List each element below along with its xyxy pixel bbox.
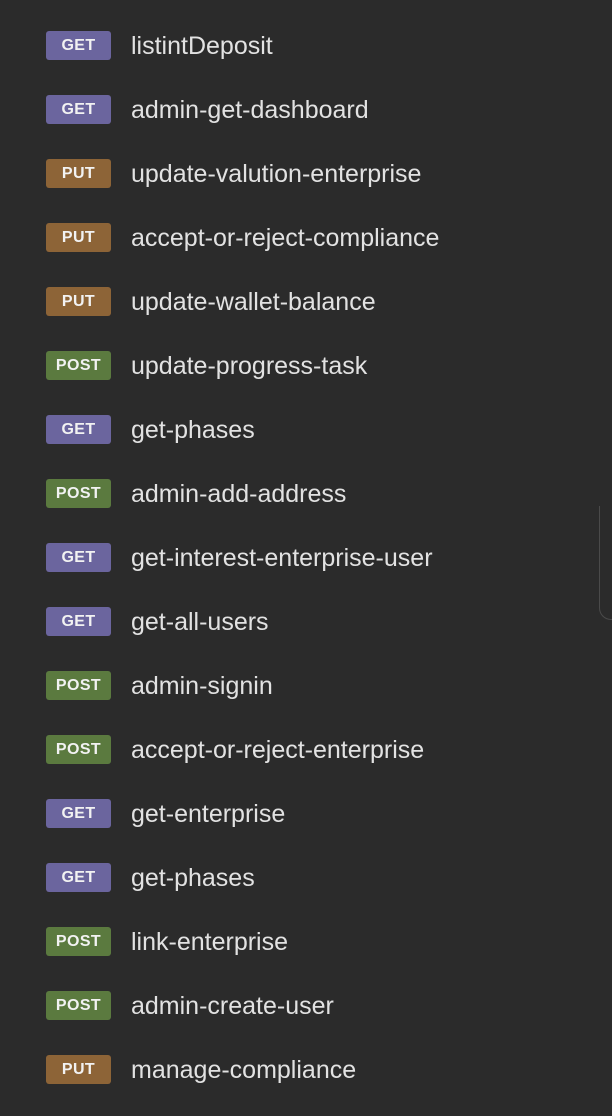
request-name: admin-create-user xyxy=(131,992,334,1020)
request-item[interactable]: POST accept-or-reject-enterprise xyxy=(0,718,612,782)
method-badge-post: POST xyxy=(46,991,111,1020)
request-name: get-all-users xyxy=(131,608,269,636)
request-item[interactable]: POST admin-add-address xyxy=(0,462,612,526)
method-badge-get: GET xyxy=(46,95,111,124)
request-name: accept-or-reject-compliance xyxy=(131,224,440,252)
request-item[interactable]: PUT accept-or-reject-compliance xyxy=(0,206,612,270)
method-badge-get: GET xyxy=(46,863,111,892)
method-badge-post: POST xyxy=(46,479,111,508)
request-name: get-interest-enterprise-user xyxy=(131,544,433,572)
request-name: listintDeposit xyxy=(131,32,273,60)
method-badge-post: POST xyxy=(46,671,111,700)
request-item[interactable]: GET get-phases xyxy=(0,398,612,462)
request-item[interactable]: POST update-progress-task xyxy=(0,334,612,398)
request-item[interactable]: POST admin-signin xyxy=(0,654,612,718)
method-badge-put: PUT xyxy=(46,287,111,316)
request-name: admin-get-dashboard xyxy=(131,96,369,124)
request-name: link-enterprise xyxy=(131,928,289,956)
request-item[interactable]: PUT update-wallet-balance xyxy=(0,270,612,334)
request-name: update-progress-task xyxy=(131,352,368,380)
method-badge-get: GET xyxy=(46,543,111,572)
request-item[interactable]: GET get-interest-enterprise-user xyxy=(0,526,612,590)
method-badge-get: GET xyxy=(46,415,111,444)
request-name: accept-or-reject-enterprise xyxy=(131,736,425,764)
adjacent-panel-edge xyxy=(599,506,612,620)
request-item[interactable]: POST link-enterprise xyxy=(0,910,612,974)
request-item[interactable]: PUT manage-compliance xyxy=(0,1038,612,1102)
request-item[interactable]: POST admin-create-user xyxy=(0,974,612,1038)
request-name: admin-signin xyxy=(131,672,273,700)
request-name: update-wallet-balance xyxy=(131,288,376,316)
request-name: admin-add-address xyxy=(131,480,347,508)
request-name: manage-compliance xyxy=(131,1056,357,1084)
request-item[interactable]: GET admin-get-dashboard xyxy=(0,78,612,142)
request-item[interactable]: GET get-enterprise xyxy=(0,782,612,846)
request-item[interactable]: PUT update-valution-enterprise xyxy=(0,142,612,206)
request-item[interactable]: GET get-phases xyxy=(0,846,612,910)
request-name: get-enterprise xyxy=(131,800,286,828)
method-badge-put: PUT xyxy=(46,1055,111,1084)
method-badge-put: PUT xyxy=(46,223,111,252)
method-badge-put: PUT xyxy=(46,159,111,188)
request-list: GET listintDeposit GET admin-get-dashboa… xyxy=(0,14,612,1102)
request-item[interactable]: GET get-all-users xyxy=(0,590,612,654)
method-badge-get: GET xyxy=(46,799,111,828)
request-name: update-valution-enterprise xyxy=(131,160,422,188)
method-badge-get: GET xyxy=(46,31,111,60)
method-badge-post: POST xyxy=(46,351,111,380)
method-badge-post: POST xyxy=(46,735,111,764)
method-badge-get: GET xyxy=(46,607,111,636)
request-name: get-phases xyxy=(131,416,255,444)
request-item[interactable]: GET listintDeposit xyxy=(0,14,612,78)
method-badge-post: POST xyxy=(46,927,111,956)
request-name: get-phases xyxy=(131,864,255,892)
